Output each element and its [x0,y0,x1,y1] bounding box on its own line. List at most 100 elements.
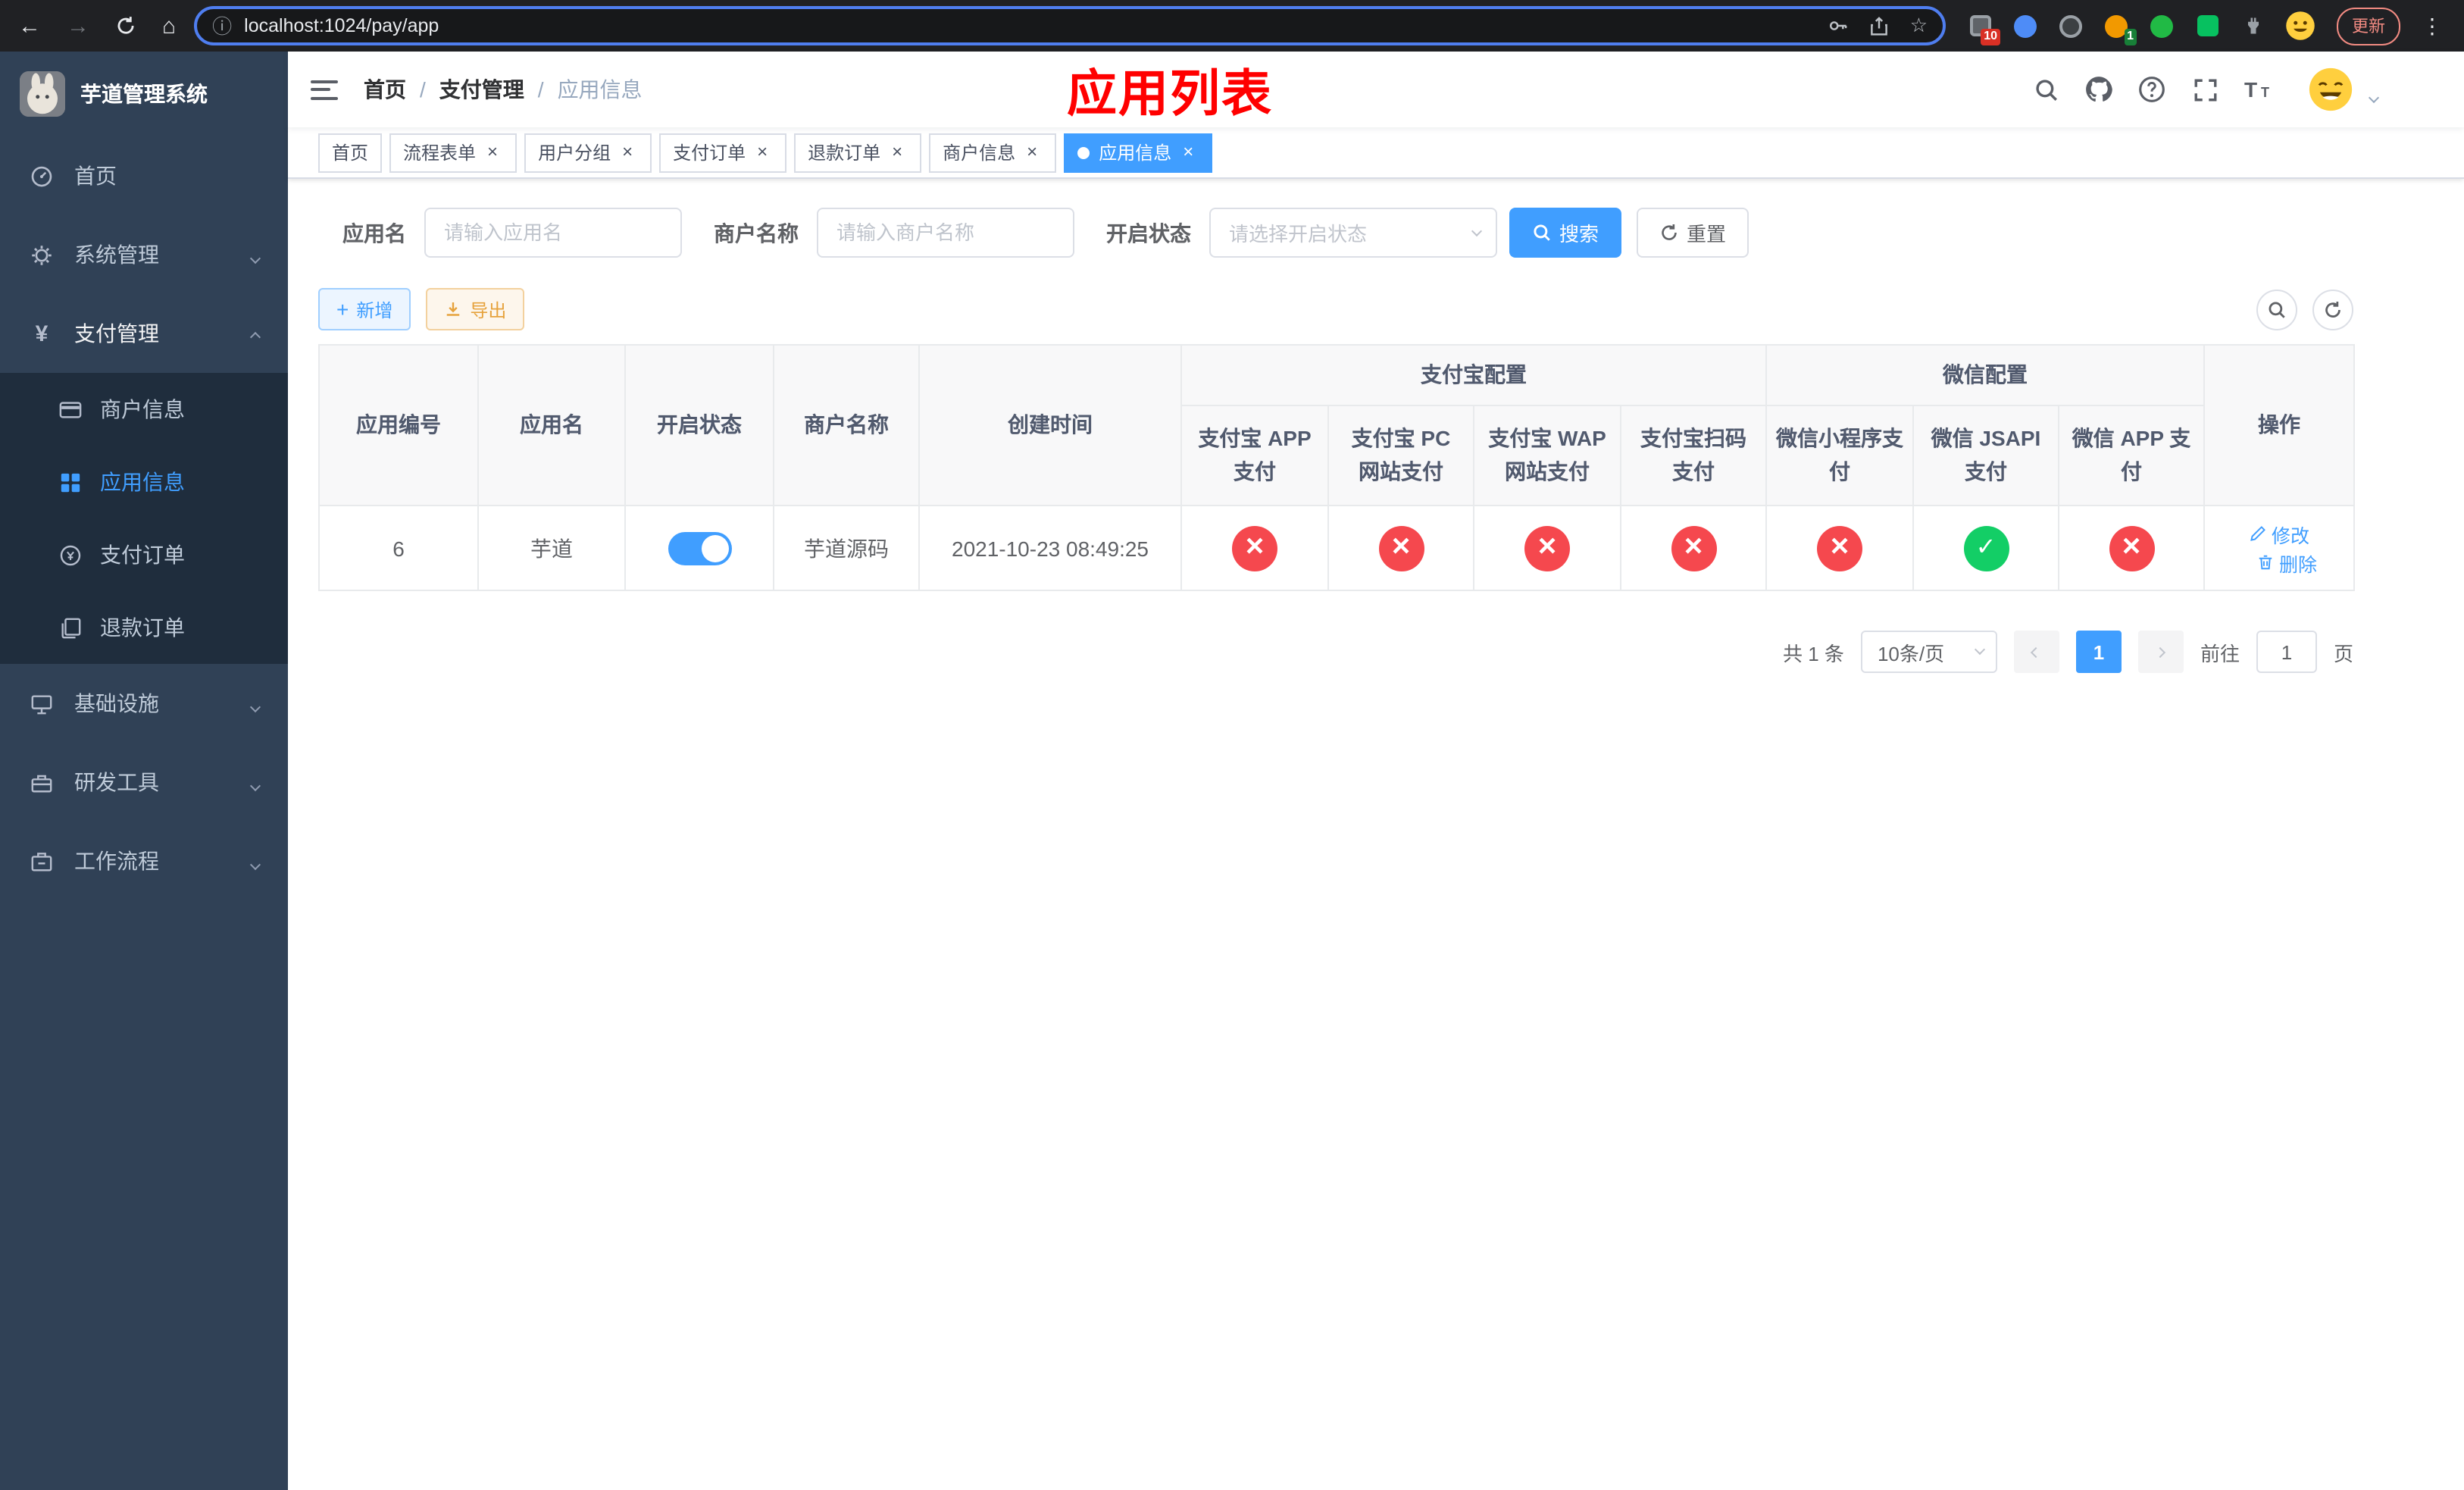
help-icon[interactable] [2137,74,2167,105]
enabled-toggle[interactable] [668,531,731,565]
goto-unit: 页 [2333,642,2353,665]
group-header-alipay: 支付宝配置 [1180,344,1767,406]
breadcrumb-separator: / [420,77,426,102]
col-header-alipay-qr: 支付宝扫码支付 [1620,405,1767,506]
page-number-1[interactable]: 1 [2075,631,2122,673]
sidebar-item-refund-order[interactable]: 退款订单 [0,591,288,664]
toggle-search-icon[interactable] [2256,289,2297,330]
github-icon[interactable] [2084,74,2114,105]
url-text[interactable]: localhost:1024/pay/app [244,15,1816,36]
fullscreen-icon[interactable] [2190,74,2220,105]
tab-close-icon[interactable]: × [482,141,503,163]
logo-avatar [20,71,65,117]
page-size-select[interactable]: 10条/页 [1860,631,1997,673]
tab-close-icon[interactable]: × [617,141,638,163]
reset-button[interactable]: 重置 [1637,208,1750,258]
share-icon[interactable] [1869,15,1890,36]
browser-profile-avatar[interactable] [2285,11,2315,41]
tab-process-form[interactable]: 流程表单 × [389,133,518,172]
app-name-input[interactable] [424,208,682,258]
edit-link[interactable]: 修改 [2249,519,2309,548]
prev-page-button[interactable] [2013,631,2059,673]
cell-merchant-name: 芋道源码 [773,505,920,591]
svg-text:T: T [2260,85,2269,100]
browser-update-button[interactable]: 更新 [2337,7,2400,45]
extension-icon-5[interactable] [2149,13,2175,39]
extension-icon-1[interactable]: 10 [1967,13,2000,45]
url-bar[interactable]: ⓘ localhost:1024/pay/app ☆ [194,6,1946,45]
sidebar-item-infrastructure[interactable]: 基础设施 [0,664,288,743]
yen-icon: ¥ [35,321,48,346]
bookmark-star-icon[interactable]: ☆ [1910,14,1928,38]
status-alipay-qr-icon [1671,525,1716,571]
sidebar-item-label: 系统管理 [74,243,159,267]
sidebar-item-label: 基础设施 [74,691,159,715]
cell-app-name: 芋道 [477,505,626,591]
export-button[interactable]: 导出 [426,288,525,330]
browser-menu-icon[interactable]: ⋮ [2416,13,2449,39]
next-page-button[interactable] [2137,631,2184,673]
browser-home-icon[interactable]: ⌂ [162,14,176,37]
pay-order-icon [58,543,82,566]
col-header-alipay-wap: 支付宝 WAP 网站支付 [1473,405,1621,506]
status-alipay-pc-icon [1378,525,1424,571]
browser-forward-icon[interactable]: → [67,14,89,37]
search-button[interactable]: 搜索 [1509,208,1622,258]
tab-merchant-info[interactable]: 商户信息 × [929,133,1057,172]
breadcrumb-home[interactable]: 首页 [364,74,406,105]
tab-app-info[interactable]: 应用信息 × [1064,133,1213,172]
sidebar-item-payment[interactable]: ¥ 支付管理 [0,294,288,373]
site-info-icon[interactable]: ⓘ [212,16,232,36]
select-caret-icon [1471,224,1483,236]
tab-refund-order[interactable]: 退款订单 × [794,133,922,172]
tab-user-group[interactable]: 用户分组 × [524,133,652,172]
sidebar-toggle-icon[interactable] [311,80,338,99]
extension-icon-3[interactable] [2058,13,2084,39]
dashboard-icon [29,164,55,187]
refresh-table-icon[interactable] [2312,289,2353,330]
refund-doc-icon [58,616,82,639]
col-header-wechat-lite: 微信小程序支付 [1765,405,1914,506]
sidebar-item-workflow[interactable]: 工作流程 [0,822,288,900]
browser-back-icon[interactable]: ← [18,14,41,37]
status-alipay-app-icon [1232,525,1277,571]
browser-reload-icon[interactable] [115,15,136,36]
status-label: 开启状态 [1106,221,1191,245]
tab-close-icon[interactable]: × [886,141,908,163]
header-search-icon[interactable] [2031,74,2061,105]
breadcrumb-payment[interactable]: 支付管理 [439,74,524,105]
user-avatar[interactable] [2308,67,2353,112]
sidebar-logo[interactable]: 芋道管理系统 [0,52,288,136]
tab-close-icon[interactable]: × [1021,141,1043,163]
app-title: 芋道管理系统 [80,82,208,106]
extension-icon-6[interactable] [2194,13,2220,39]
sidebar-item-pay-order[interactable]: 支付订单 [0,518,288,591]
merchant-name-input[interactable] [817,208,1074,258]
password-key-icon[interactable] [1828,15,1850,36]
tab-close-icon[interactable]: × [1177,141,1199,163]
sidebar-item-label: 支付订单 [100,543,185,567]
sidebar-item-system[interactable]: 系统管理 [0,215,288,294]
delete-link[interactable]: 删除 [2256,548,2317,577]
avatar-caret-icon[interactable] [2368,82,2380,109]
extensions-pin-icon[interactable] [2240,13,2265,39]
extension-icon-4[interactable]: 1 [2103,13,2137,45]
tab-home[interactable]: 首页 [318,133,383,172]
add-button[interactable]: + 新增 [318,288,411,330]
status-wechat-lite-icon [1817,525,1862,571]
status-select[interactable]: 请选择开启状态 [1209,208,1497,258]
tab-pay-order[interactable]: 支付订单 × [659,133,787,172]
font-size-icon[interactable]: TT [2243,74,2273,105]
status-alipay-wap-icon [1524,525,1570,571]
sidebar-item-dev-tools[interactable]: 研发工具 [0,743,288,822]
extension-badge: 1 [2124,28,2137,45]
browser-chrome: ← → ⌂ ⓘ localhost:1024/pay/app ☆ 10 1 更新… [0,0,2464,52]
sidebar-item-home[interactable]: 首页 [0,136,288,215]
sidebar-item-merchant-info[interactable]: 商户信息 [0,373,288,446]
status-wechat-jsapi-icon [1963,525,2009,571]
sidebar-item-app-info[interactable]: 应用信息 [0,446,288,518]
status-select-placeholder: 请选择开启状态 [1229,223,1368,246]
tab-close-icon[interactable]: × [752,141,773,163]
extension-icon-2[interactable] [2012,13,2038,39]
goto-page-input[interactable] [2256,631,2317,673]
